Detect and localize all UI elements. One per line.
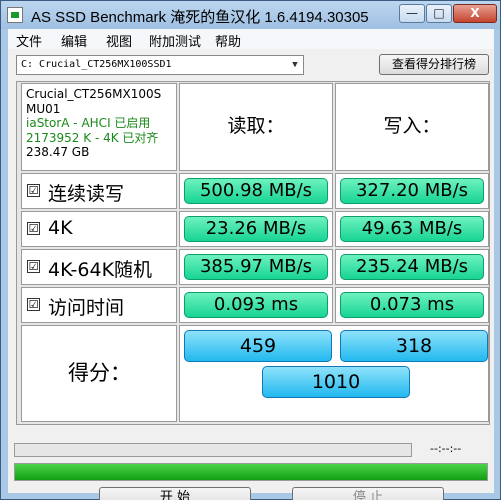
- score-write: 318: [340, 330, 488, 362]
- checkbox-4k64[interactable]: ☑: [27, 260, 40, 273]
- ranking-button[interactable]: 查看得分排行榜: [379, 54, 489, 75]
- read-header: 读取：: [179, 83, 333, 171]
- read-cell-4k64: 385.97 MB/s: [179, 249, 333, 285]
- menu-help[interactable]: 帮助: [215, 31, 241, 50]
- drive-capacity: 238.47 GB: [26, 145, 90, 159]
- write-cell-access: 0.073 ms: [335, 287, 489, 323]
- write-value-4k: 49.63 MB/s: [340, 216, 484, 242]
- write-cell-seq: 327.20 MB/s: [335, 173, 489, 209]
- read-cell-seq: 500.98 MB/s: [179, 173, 333, 209]
- row-4k64-label: 4K-64K随机: [48, 259, 153, 281]
- write-header: 写入：: [335, 83, 489, 171]
- drive-driver: iaStorA - AHCI 已启用: [26, 116, 151, 130]
- results-grid: Crucial_CT256MX100S MU01 iaStorA - AHCI …: [16, 81, 490, 425]
- menu-view[interactable]: 视图: [106, 31, 132, 50]
- chevron-down-icon[interactable]: ▼: [287, 56, 303, 74]
- read-value-4k: 23.26 MB/s: [184, 216, 328, 242]
- write-value-access: 0.073 ms: [340, 292, 484, 318]
- start-button[interactable]: 开 始: [99, 487, 251, 500]
- progress-bar-test: [14, 443, 412, 457]
- row-access-label: 访问时间: [48, 297, 125, 319]
- row-4k-label: 4K: [48, 217, 73, 239]
- read-value-seq: 500.98 MB/s: [184, 178, 328, 204]
- drive-firmware: MU01: [26, 101, 61, 116]
- read-cell-access: 0.093 ms: [179, 287, 333, 323]
- write-cell-4k: 49.63 MB/s: [335, 211, 489, 247]
- app-icon: [7, 7, 23, 23]
- drive-select-value: C: Crucial_CT256MX100SSD1: [21, 59, 172, 70]
- row-seq-label: 连续读写: [48, 183, 125, 205]
- checkbox-seq[interactable]: ☑: [27, 184, 40, 197]
- drive-info-panel: Crucial_CT256MX100S MU01 iaStorA - AHCI …: [21, 83, 177, 171]
- progress-fill: [15, 464, 487, 480]
- write-cell-4k64: 235.24 MB/s: [335, 249, 489, 285]
- checkbox-4k[interactable]: ☑: [27, 222, 40, 235]
- menu-edit[interactable]: 编辑: [61, 31, 87, 50]
- minimize-button[interactable]: —: [399, 4, 425, 23]
- progress-bar-overall: [14, 463, 488, 481]
- stop-button[interactable]: 停 止: [292, 487, 444, 500]
- app-window: AS SSD Benchmark 淹死的鱼汉化 1.6.4194.30305 —…: [0, 0, 501, 500]
- window-title: AS SSD Benchmark 淹死的鱼汉化 1.6.4194.30305: [31, 9, 369, 26]
- menu-bar: 文件 编辑 视图 附加测试 帮助: [8, 29, 494, 50]
- menu-extra-tests[interactable]: 附加测试: [149, 31, 201, 50]
- row-4k64: ☑ 4K-64K随机: [21, 249, 177, 285]
- client-area: 文件 编辑 视图 附加测试 帮助 C: Crucial_CT256MX100SS…: [8, 29, 494, 500]
- score-label: 得分：: [21, 325, 177, 422]
- score-read: 459: [184, 330, 332, 362]
- row-4k: ☑ 4K: [21, 211, 177, 247]
- menu-file[interactable]: 文件: [16, 31, 42, 50]
- read-value-4k64: 385.97 MB/s: [184, 254, 328, 280]
- checkbox-access[interactable]: ☑: [27, 298, 40, 311]
- read-cell-4k: 23.26 MB/s: [179, 211, 333, 247]
- read-value-access: 0.093 ms: [184, 292, 328, 318]
- title-bar[interactable]: AS SSD Benchmark 淹死的鱼汉化 1.6.4194.30305 —…: [1, 1, 500, 29]
- write-value-4k64: 235.24 MB/s: [340, 254, 484, 280]
- row-seq: ☑ 连续读写: [21, 173, 177, 209]
- drive-model: Crucial_CT256MX100S: [26, 87, 162, 101]
- elapsed-time: --:--:--: [430, 442, 462, 455]
- row-access: ☑ 访问时间: [21, 287, 177, 323]
- drive-select[interactable]: C: Crucial_CT256MX100SSD1 ▼: [16, 55, 304, 75]
- score-panel: 459 318 1010: [179, 325, 489, 422]
- close-button[interactable]: X: [453, 4, 497, 23]
- write-value-seq: 327.20 MB/s: [340, 178, 484, 204]
- score-total: 1010: [262, 366, 410, 398]
- maximize-button[interactable]: □: [426, 4, 452, 23]
- drive-alignment: 2173952 K - 4K 已对齐: [26, 130, 159, 145]
